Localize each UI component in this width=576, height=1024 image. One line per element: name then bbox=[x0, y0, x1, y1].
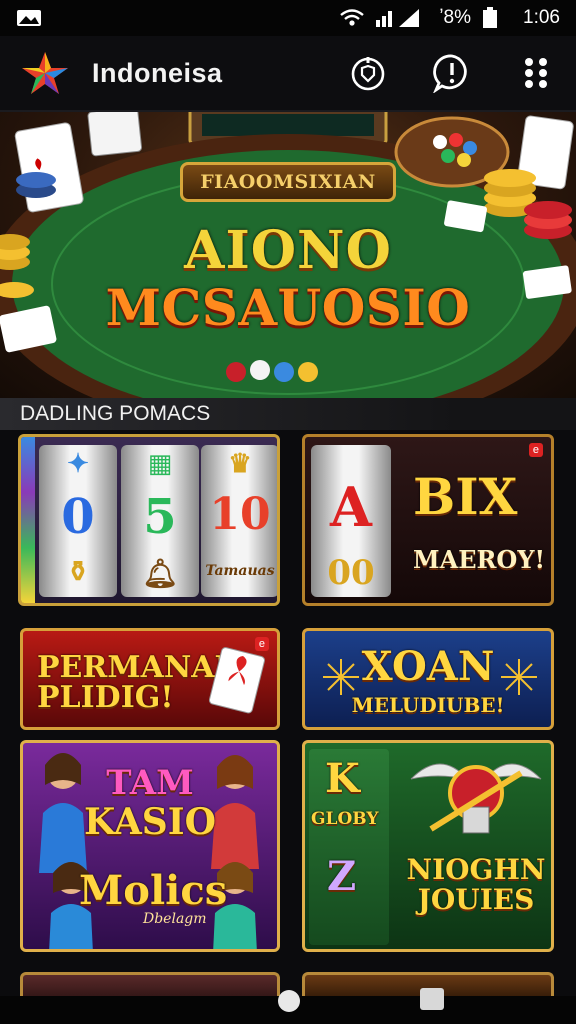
bar-icon: ▦ bbox=[147, 449, 173, 479]
hero-plaque-text: FIAOOMSIXIAN bbox=[200, 171, 376, 193]
reel-symbol-glory: GLOBY bbox=[311, 809, 379, 829]
section-header: DADLING POMACS bbox=[0, 398, 576, 430]
reel-symbol-z: Z bbox=[327, 853, 357, 900]
shield-power-icon bbox=[351, 57, 385, 91]
game-tile-xoan[interactable]: XOAN MELUDIUBE! bbox=[302, 628, 554, 730]
tile-subtitle: MAEROY! bbox=[413, 545, 545, 574]
tile-title: BIX bbox=[413, 467, 518, 526]
status-bar: ʼ8% 1:06 bbox=[0, 0, 576, 36]
winged-emblem-icon bbox=[410, 763, 542, 834]
reel-1-value: 0 bbox=[61, 489, 95, 545]
tile-title-line2: KASIO bbox=[84, 801, 216, 843]
grid-menu-icon bbox=[525, 58, 547, 88]
tile-caption: Dbelagm bbox=[143, 911, 207, 927]
goblet-icon: ♛ bbox=[228, 449, 252, 479]
tile-title-line1: TAM bbox=[106, 763, 194, 803]
slot-reel-1: ✦ 0 ⚱ bbox=[39, 445, 117, 597]
game-tile-slots[interactable]: ✦ 0 ⚱ ▦ 5 🔔︎ ♛ 10 Tamauas bbox=[18, 434, 280, 606]
tile-badge: e bbox=[528, 443, 543, 457]
clock: 1:06 bbox=[523, 7, 560, 28]
hero-title-line1: AIONO bbox=[184, 220, 392, 281]
slot-reel-3: ♛ 10 Tamauas bbox=[201, 445, 277, 597]
reel-2-value: 5 bbox=[143, 489, 177, 545]
reel-side-strip bbox=[21, 437, 35, 603]
firework-right-icon bbox=[501, 659, 537, 695]
reel-3-value: 10 bbox=[209, 489, 271, 540]
alert-button[interactable] bbox=[432, 53, 472, 93]
playing-card-icon bbox=[208, 647, 265, 714]
home-button[interactable] bbox=[278, 990, 300, 1012]
reel-3-caption: Tamauas bbox=[205, 563, 275, 579]
firework-left-icon bbox=[323, 659, 359, 695]
reel-b-value: 00 bbox=[327, 553, 375, 593]
signal-icon bbox=[376, 9, 420, 27]
bell-icon: 🔔︎ bbox=[142, 557, 178, 590]
hero-banner[interactable]: FIAOOMSIXIAN AIONO MCSAUOSIO bbox=[0, 112, 576, 398]
menu-button[interactable] bbox=[516, 53, 556, 93]
battery-icon bbox=[483, 7, 498, 28]
game-tile-permanan[interactable]: e PERMANAN PLIDIG! bbox=[20, 628, 280, 730]
slot-reel-a: A 00 bbox=[311, 445, 391, 597]
treasure-pot-icon: ⚱ bbox=[66, 555, 90, 588]
hero-plaque: FIAOOMSIXIAN bbox=[180, 162, 396, 202]
app-header: Indoneisa bbox=[0, 36, 576, 112]
alert-bubble-icon bbox=[433, 54, 467, 93]
notification-icon bbox=[17, 10, 41, 26]
game-tile-bix[interactable]: e A 00 BIX MAEROY! bbox=[302, 434, 554, 606]
game-tile-jouies[interactable]: K GLOBY Z NIOGHN JOUIES bbox=[302, 740, 554, 952]
battery-percent: ʼ8% bbox=[439, 7, 472, 28]
slot-reel-2: ▦ 5 🔔︎ bbox=[121, 445, 199, 597]
tile-title-line3: Molics bbox=[79, 867, 228, 914]
hero-title-line2: MCSAUOSIO bbox=[105, 278, 471, 337]
wifi-icon bbox=[340, 9, 365, 26]
game-tile-kasio[interactable]: TAM KASIO Molics Dbelagm bbox=[20, 740, 280, 952]
app-logo-icon[interactable] bbox=[20, 48, 70, 98]
reel-symbol-k: K bbox=[325, 755, 360, 802]
section-title: DADLING POMACS bbox=[20, 402, 211, 425]
reel-a-value: A bbox=[330, 475, 372, 539]
recents-button[interactable] bbox=[420, 988, 444, 1010]
tile-title: NIOGHN JOUIES bbox=[406, 853, 546, 916]
shield-power-button[interactable] bbox=[348, 53, 388, 93]
app-title: Indoneisa bbox=[92, 57, 223, 88]
genie-icon: ✦ bbox=[67, 449, 89, 479]
